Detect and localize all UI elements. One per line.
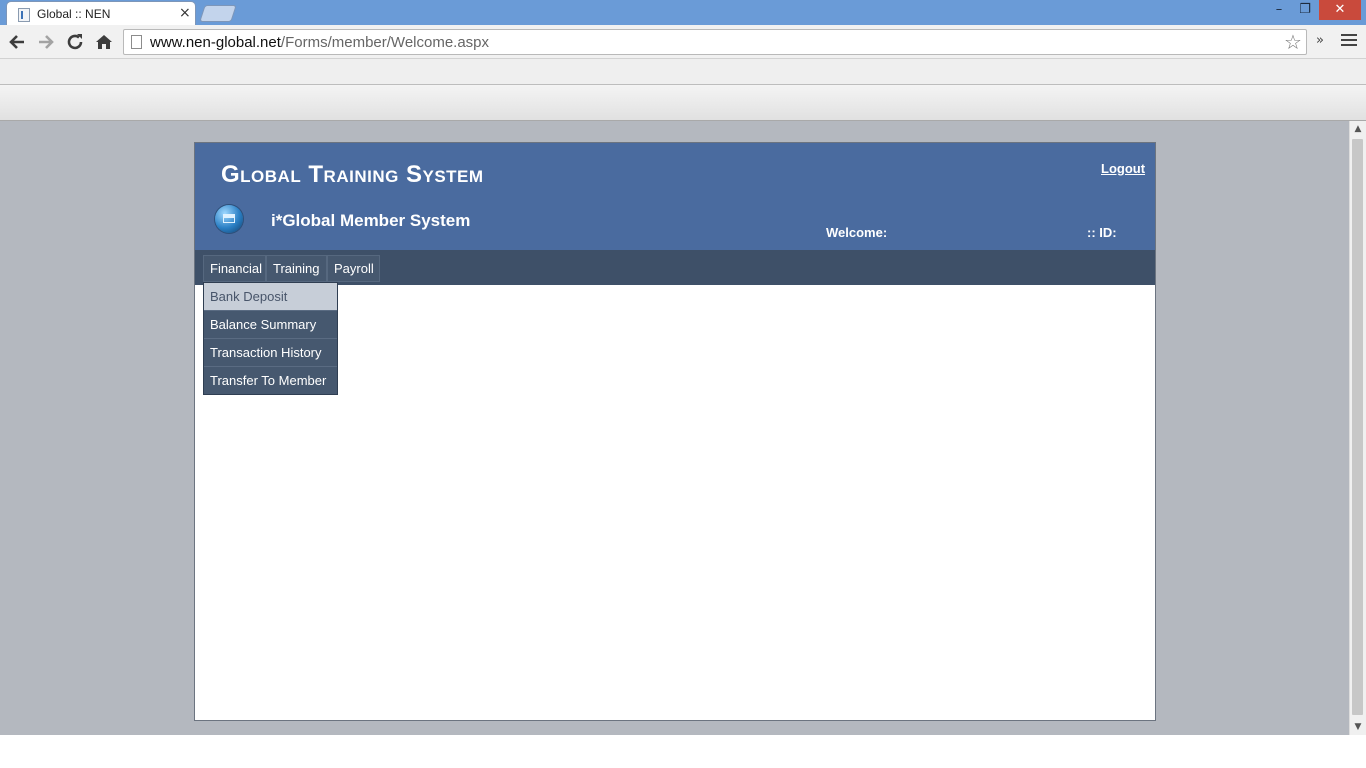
tab-title: Global :: NEN <box>37 7 111 21</box>
window-restore-button[interactable]: ❐ <box>1292 0 1318 20</box>
menu-item-bank-deposit[interactable]: Bank Deposit <box>204 283 337 311</box>
page-viewport: Global Training System Logout i*Global M… <box>0 121 1349 735</box>
star-icon[interactable]: ☆ <box>1284 30 1302 54</box>
menu-item-transfer-to-member[interactable]: Transfer To Member <box>204 367 337 394</box>
status-area <box>0 735 1366 768</box>
nav-item-training[interactable]: Training <box>266 255 327 282</box>
site-header: Global Training System Logout i*Global M… <box>195 143 1155 250</box>
scroll-down-icon[interactable]: ▼ <box>1350 719 1366 735</box>
browser-titlebar: Global :: NEN × – ❐ ✕ <box>0 0 1366 27</box>
home-icon[interactable] <box>93 31 115 53</box>
globe-icon <box>215 205 243 233</box>
menu-icon[interactable] <box>1341 34 1357 48</box>
back-icon[interactable] <box>6 31 28 53</box>
window-close-button[interactable]: ✕ <box>1319 0 1361 20</box>
site-title: Global Training System <box>221 161 484 188</box>
tab-close-icon[interactable]: × <box>179 5 191 21</box>
address-bar[interactable]: www.nen-global.net/Forms/member/Welcome.… <box>123 29 1307 55</box>
menu-item-transaction-history[interactable]: Transaction History <box>204 339 337 367</box>
url-path: /Forms/member/Welcome.aspx <box>280 34 490 51</box>
reload-icon[interactable] <box>64 31 86 53</box>
page-icon <box>131 35 142 49</box>
nav-item-payroll[interactable]: Payroll <box>327 255 380 282</box>
page-favicon-icon <box>18 8 30 22</box>
site-container: Global Training System Logout i*Global M… <box>194 142 1156 721</box>
chevron-more-icon[interactable]: » <box>1316 33 1324 48</box>
menu-item-balance-summary[interactable]: Balance Summary <box>204 311 337 339</box>
vertical-scrollbar[interactable]: ▲ ▼ <box>1349 121 1366 735</box>
site-subtitle: i*Global Member System <box>271 211 471 230</box>
nav-item-financial[interactable]: Financial <box>203 255 266 282</box>
new-tab-button[interactable] <box>199 5 237 22</box>
scroll-thumb[interactable] <box>1352 139 1363 715</box>
window-minimize-button[interactable]: – <box>1266 0 1292 20</box>
browser-toolbar: www.nen-global.net/Forms/member/Welcome.… <box>0 25 1366 59</box>
scroll-up-icon[interactable]: ▲ <box>1350 121 1366 137</box>
welcome-label: Welcome: <box>826 225 888 240</box>
financial-dropdown-menu: Bank Deposit Balance Summary Transaction… <box>203 282 338 395</box>
logout-link[interactable]: Logout <box>1101 161 1145 176</box>
info-bar <box>0 85 1366 121</box>
url-host: www.nen-global.net <box>150 34 281 51</box>
id-label: :: ID: <box>1087 225 1117 240</box>
url-text: www.nen-global.net/Forms/member/Welcome.… <box>150 34 489 51</box>
browser-tab[interactable]: Global :: NEN × <box>6 1 196 27</box>
main-navbar: Financial Training Payroll <box>195 250 1155 285</box>
forward-icon[interactable] <box>35 31 57 53</box>
bookmark-bar <box>0 59 1366 85</box>
